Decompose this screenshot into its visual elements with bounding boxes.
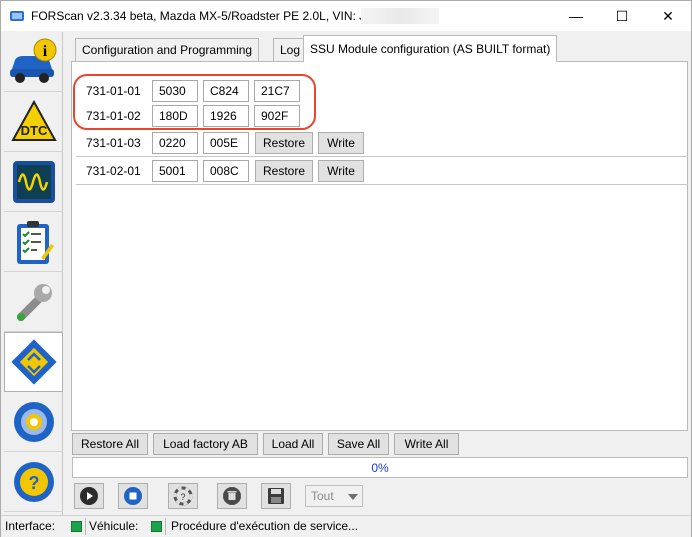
tab-log[interactable]: Log [273,38,308,61]
car-info-icon: i [9,38,56,83]
svg-text:?: ? [28,473,39,493]
status-divider [85,518,86,535]
sidebar-item-service[interactable] [4,272,63,332]
sidebar-item-oscilloscope[interactable] [4,152,63,212]
restore-button[interactable]: Restore [255,160,313,182]
wrench-icon [16,283,52,321]
tab-ssu-module-config[interactable]: SSU Module configuration (AS BUILT forma… [303,35,558,62]
status-bar: Interface: Véhicule: Procédure d'exécuti… [1,515,691,537]
status-message: Procédure d'exécution de service... [171,519,359,533]
svg-text:DTC: DTC [20,123,47,138]
table-row: 731-01-03 0220 005E Restore Write [72,130,372,156]
highlight-annotation [73,74,316,130]
dtc-icon: DTC [10,99,57,141]
sidebar-item-tests[interactable] [4,212,63,272]
sidebar-item-dtc[interactable]: DTC [4,92,63,152]
module-filter-select[interactable]: Tout [305,485,363,507]
interface-label: Interface: [5,519,56,533]
interface-status-led [71,521,82,532]
load-factory-button[interactable]: Load factory AB [153,433,258,455]
vin-redaction [361,8,439,24]
app-icon [10,11,24,21]
title-bar: FORScan v2.3.34 beta, Mazda MX-5/Roadste… [1,1,691,31]
row-label: 731-01-03 [86,136,141,150]
progress-bar: 0% [72,457,688,478]
settings-gear-icon [13,401,54,442]
value-cell[interactable]: 0220 [152,132,198,154]
write-all-button[interactable]: Write All [394,433,459,455]
help-icon: ? [13,461,54,502]
value-cell[interactable]: 008C [203,160,249,182]
sidebar-item-settings[interactable] [4,392,63,452]
sidebar-item-vehicle-info[interactable]: i [4,32,63,92]
checklist-icon [16,220,54,264]
stop-icon [124,487,142,505]
table-row: 731-02-01 5001 008C Restore Write [72,158,372,184]
stop-button[interactable] [118,483,148,509]
sidebar-item-help[interactable]: ? [4,452,63,512]
save-button[interactable] [261,483,291,509]
progress-percent: 0% [371,461,389,475]
svg-text:i: i [42,43,47,60]
help-support-button[interactable]: ? [168,483,198,509]
save-disk-icon [268,488,284,504]
write-button[interactable]: Write [318,132,364,154]
minimize-button[interactable]: — [553,1,599,31]
load-all-button[interactable]: Load All [263,433,323,455]
row-divider [76,156,688,157]
tab-configuration[interactable]: Configuration and Programming [75,38,260,61]
module-config-icon [10,339,57,385]
play-icon [80,487,98,505]
sidebar: i DTC ? [4,32,63,516]
start-button[interactable] [74,483,104,509]
svg-text:?: ? [180,492,185,502]
trash-icon [223,487,241,505]
close-button[interactable]: ✕ [645,1,691,31]
chevron-down-icon [348,494,358,500]
row-divider [76,184,688,185]
restore-all-button[interactable]: Restore All [72,433,148,455]
row-label: 731-02-01 [86,164,141,178]
select-value: Tout [311,489,334,503]
sidebar-item-module-config[interactable] [4,332,63,392]
value-cell[interactable]: 005E [203,132,249,154]
value-cell[interactable]: 5001 [152,160,198,182]
oscilloscope-icon [12,160,55,203]
status-divider [165,518,166,535]
save-all-button[interactable]: Save All [328,433,389,455]
vehicle-label: Véhicule: [89,519,139,533]
maximize-button[interactable]: ☐ [599,1,645,31]
lifebuoy-icon: ? [173,486,193,506]
write-button[interactable]: Write [318,160,364,182]
window-title: FORScan v2.3.34 beta, Mazda MX-5/Roadste… [31,9,383,23]
vehicle-status-led [151,521,162,532]
app-window: FORScan v2.3.34 beta, Mazda MX-5/Roadste… [0,0,692,537]
clear-button[interactable] [217,483,247,509]
restore-button[interactable]: Restore [255,132,313,154]
